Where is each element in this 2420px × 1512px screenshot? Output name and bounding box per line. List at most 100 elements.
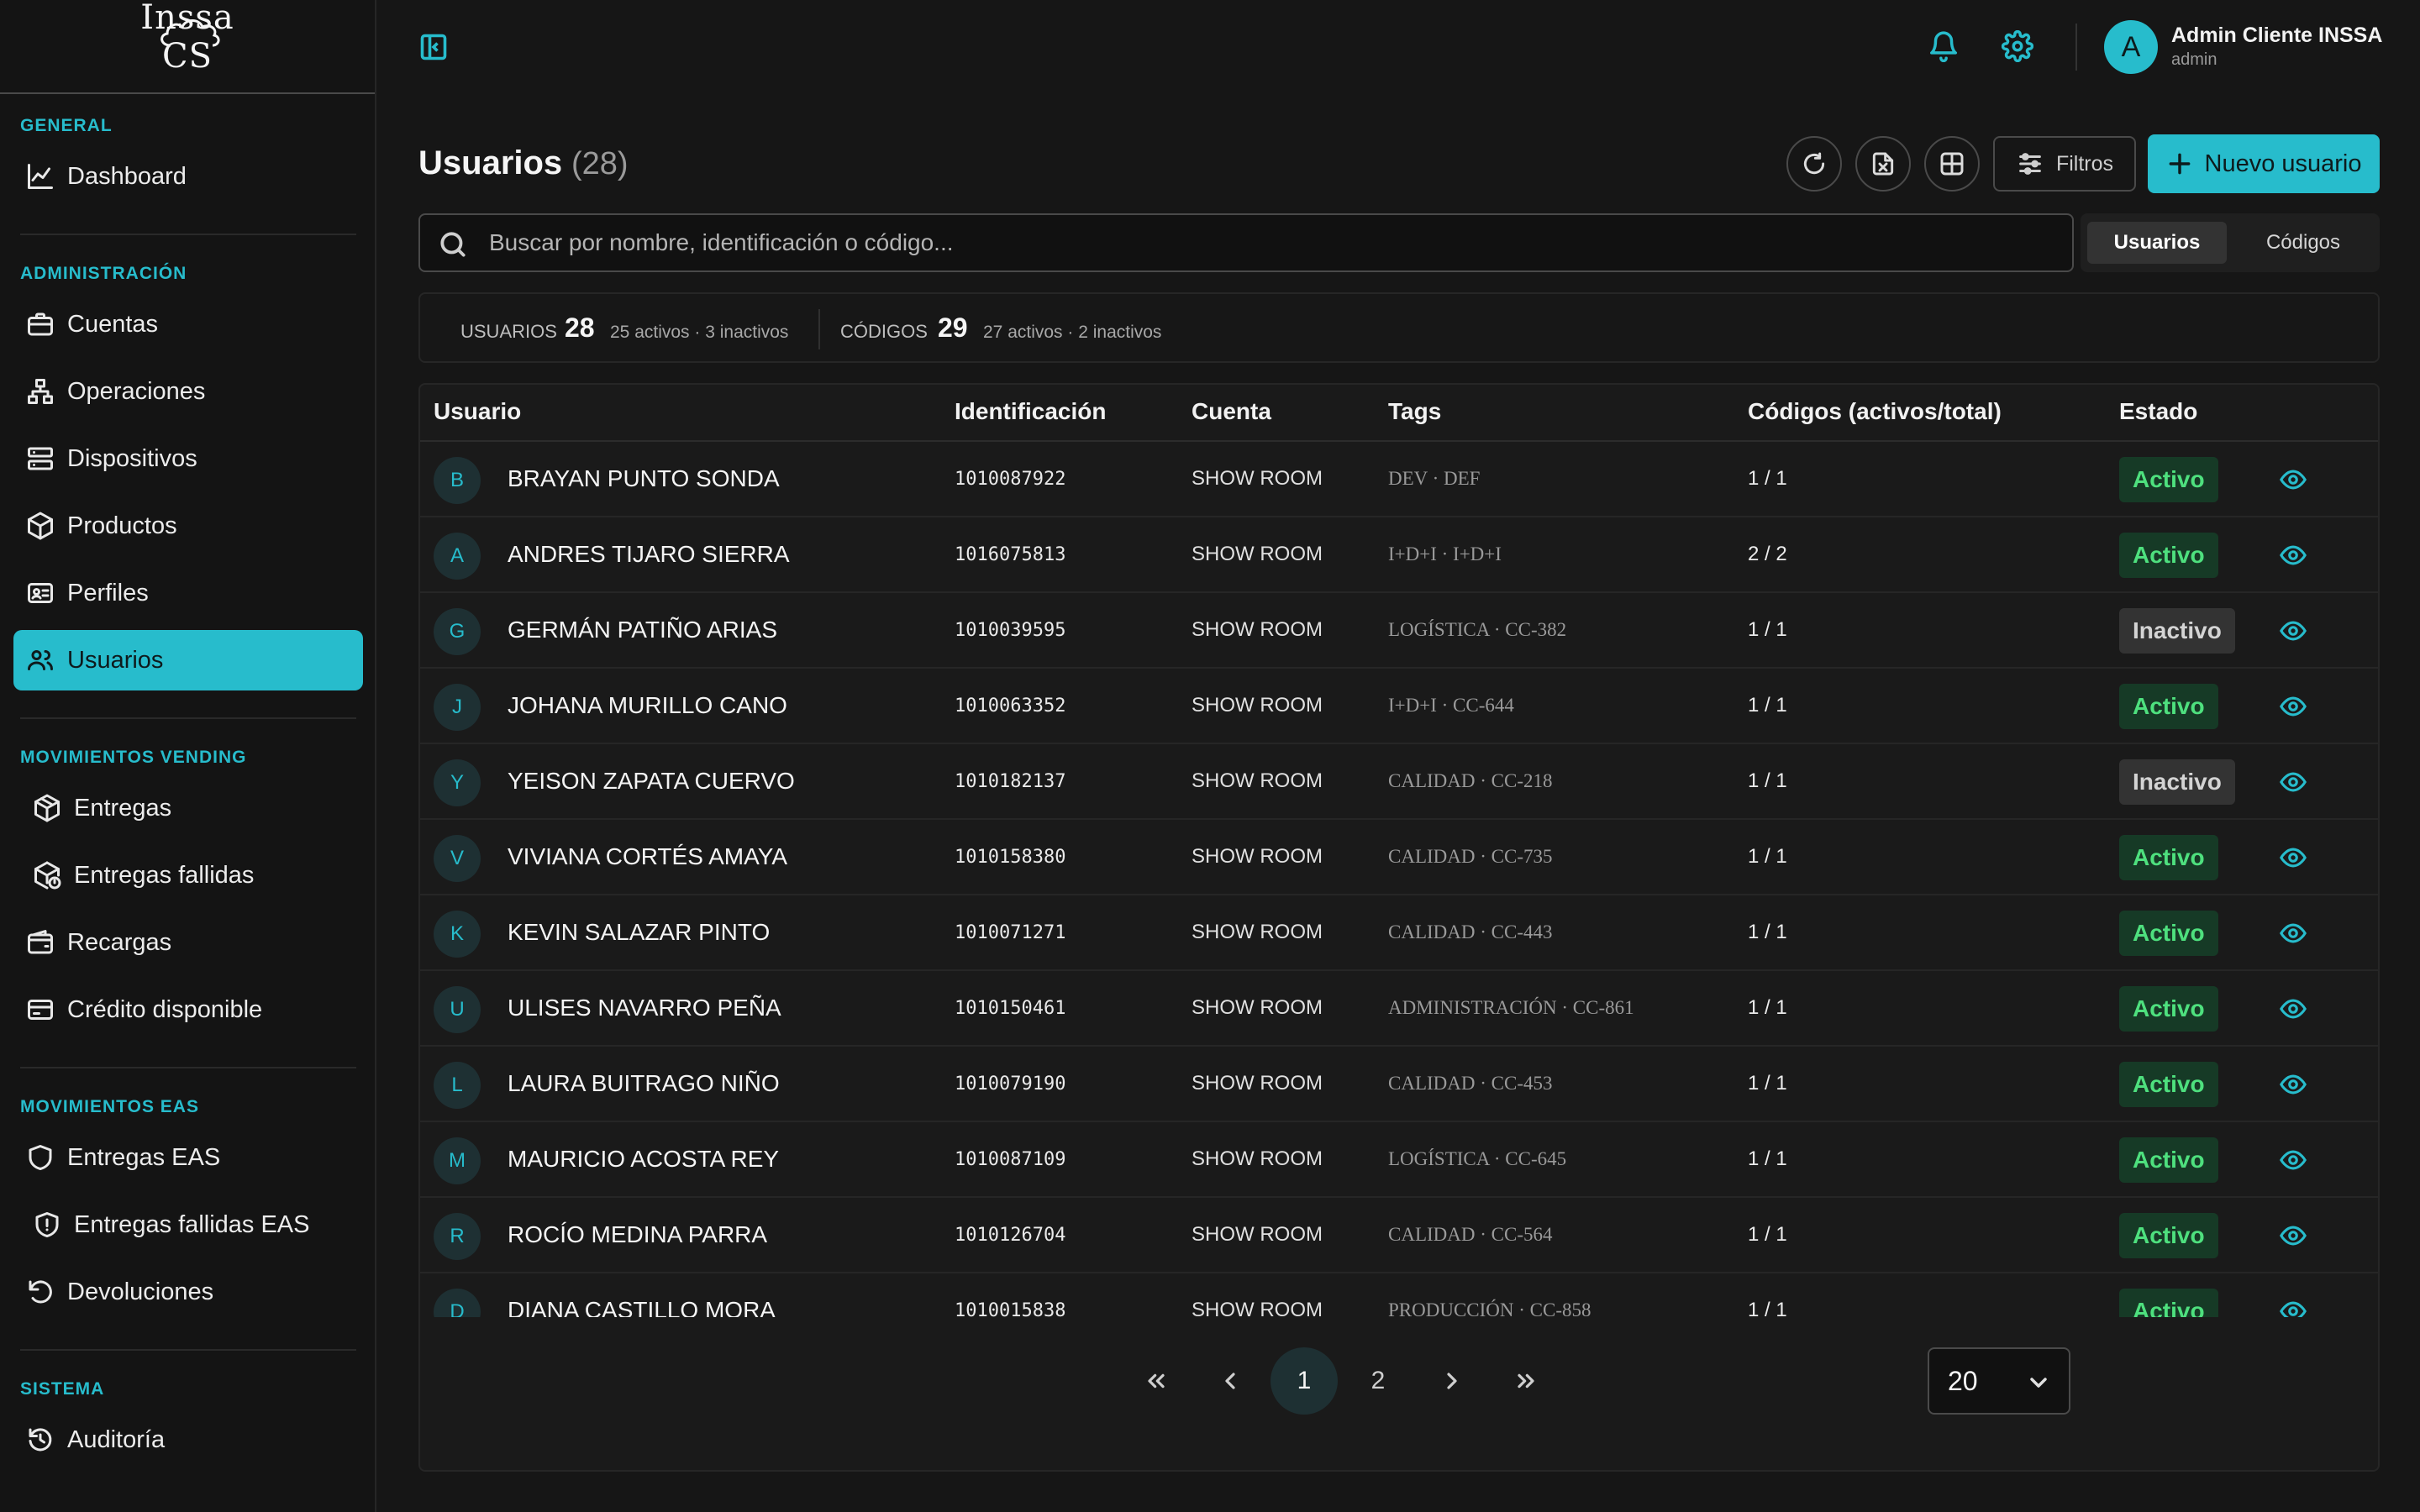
plus-icon	[2169, 153, 2190, 175]
sidebar-item-operaciones[interactable]: Operaciones	[13, 361, 363, 422]
export-excel-button[interactable]	[1855, 136, 1911, 192]
search-input[interactable]	[489, 215, 2052, 270]
column-header-identificacion[interactable]: Identificación	[955, 398, 1106, 425]
page-size-select[interactable]: 20	[1928, 1347, 2070, 1415]
sidebar-item-dispositivos[interactable]: Dispositivos	[13, 428, 363, 489]
view-user-button[interactable]	[2279, 692, 2309, 722]
columns-button[interactable]	[1924, 136, 1980, 192]
search-field[interactable]	[418, 213, 2074, 272]
table-row[interactable]: V VIVIANA CORTÉS AMAYA 1010158380 SHOW ROOM…	[420, 820, 2378, 895]
view-user-button[interactable]	[2279, 768, 2309, 798]
view-user-button[interactable]	[2279, 465, 2309, 496]
page-1-button[interactable]: 1	[1270, 1347, 1338, 1415]
credit-card-icon	[24, 993, 57, 1026]
sidebar-item-label: Crédito disponible	[67, 995, 263, 1023]
eye-icon	[2280, 1150, 2307, 1170]
avatar: K	[434, 911, 481, 958]
chevrons-left-icon	[1148, 1373, 1165, 1389]
account-cell: SHOW ROOM	[1192, 618, 1323, 641]
sidebar-item-devoluciones[interactable]: Devoluciones	[13, 1262, 363, 1322]
status-badge: Inactivo	[2119, 608, 2235, 654]
table-row[interactable]: U ULISES NAVARRO PEÑA 1010150461 SHOW ROOM A…	[420, 971, 2378, 1047]
view-user-button[interactable]	[2279, 995, 2309, 1025]
column-header-tags[interactable]: Tags	[1388, 398, 1441, 425]
panel-left-icon	[420, 34, 447, 60]
codes-cell: 1 / 1	[1748, 1147, 1787, 1170]
table-row[interactable]: L LAURA BUITRAGO NIÑO 1010079190 SHOW ROOM C…	[420, 1047, 2378, 1122]
sidebar-item-label: Productos	[67, 512, 177, 539]
sidebar-item-credito[interactable]: Crédito disponible	[13, 979, 363, 1040]
table-row[interactable]: A ANDRES TIJARO SIERRA 1016075813 SHOW ROOM…	[420, 517, 2378, 593]
column-header-usuario[interactable]: Usuario	[434, 398, 521, 425]
notifications-button[interactable]	[1928, 30, 1961, 64]
tags-cell: CALIDAD · CC-453	[1388, 1073, 1553, 1094]
next-page-button[interactable]	[1418, 1347, 1486, 1415]
new-user-button[interactable]: Nuevo usuario	[2148, 134, 2380, 193]
sidebar-item-auditoria[interactable]: Auditoría	[13, 1410, 363, 1470]
table-row[interactable]: R ROCÍO MEDINA PARRA 1010126704 SHOW ROOM CA…	[420, 1198, 2378, 1273]
filters-button[interactable]: Filtros	[1993, 136, 2136, 192]
sidebar-item-productos[interactable]: Productos	[13, 496, 363, 556]
eye-icon	[2280, 1226, 2307, 1246]
identification-cell: 1010039595	[955, 619, 1066, 641]
table-row[interactable]: M MAURICIO ACOSTA REY 1010087109 SHOW ROOM L…	[420, 1122, 2378, 1198]
file-spreadsheet-icon	[1872, 152, 1894, 176]
undo-icon	[24, 1275, 57, 1309]
codes-cell: 1 / 1	[1748, 1072, 1787, 1095]
tab-usuarios[interactable]: Usuarios	[2087, 222, 2227, 264]
refresh-button[interactable]	[1786, 136, 1842, 192]
table-row[interactable]: J JOHANA MURILLO CANO 1010063352 SHOW ROOM I…	[420, 669, 2378, 744]
sidebar-item-entregas-fallidas[interactable]: Entregas fallidas	[13, 845, 363, 906]
prev-page-button[interactable]	[1197, 1347, 1264, 1415]
view-user-button[interactable]	[2279, 843, 2309, 874]
account-cell: SHOW ROOM	[1192, 543, 1323, 565]
table-row[interactable]: K KEVIN SALAZAR PINTO 1010071271 SHOW ROOM C…	[420, 895, 2378, 971]
settings-button[interactable]	[2001, 29, 2035, 64]
view-user-button[interactable]	[2279, 919, 2309, 949]
logo: Inssa CS	[0, 0, 375, 94]
stat-codes-count: 29	[938, 312, 968, 343]
sidebar-item-label: Usuarios	[67, 646, 164, 674]
column-header-codigos[interactable]: Códigos (activos/total)	[1748, 398, 2002, 425]
avatar: B	[434, 457, 481, 504]
pagination: 1 2 20	[420, 1317, 2378, 1470]
column-header-estado[interactable]: Estado	[2119, 398, 2197, 425]
view-user-button[interactable]	[2279, 1070, 2309, 1100]
table-row[interactable]: B BRAYAN PUNTO SONDA 1010087922 SHOW ROOM DE…	[420, 442, 2378, 517]
sidebar-toggle-button[interactable]	[418, 32, 449, 62]
refresh-icon	[1803, 152, 1825, 175]
eye-icon	[2280, 848, 2307, 868]
first-page-button[interactable]	[1123, 1347, 1190, 1415]
sidebar-item-usuarios[interactable]: Usuarios	[13, 630, 363, 690]
table-row[interactable]: G GERMÁN PATIÑO ARIAS 1010039595 SHOW ROOM L…	[420, 593, 2378, 669]
chevrons-right-icon	[1518, 1373, 1534, 1389]
sidebar-item-entregas-eas[interactable]: Entregas EAS	[13, 1127, 363, 1188]
account-cell: SHOW ROOM	[1192, 845, 1323, 868]
sidebar-item-recargas[interactable]: Recargas	[13, 912, 363, 973]
sidebar-item-perfiles[interactable]: Perfiles	[13, 563, 363, 623]
table-row[interactable]: D DIANA CASTILLO MORA 1010015838 SHOW ROOM P…	[420, 1273, 2378, 1317]
sidebar-item-cuentas[interactable]: Cuentas	[13, 294, 363, 354]
codes-cell: 1 / 1	[1748, 921, 1787, 943]
view-user-button[interactable]	[2279, 1297, 2309, 1317]
column-header-cuenta[interactable]: Cuenta	[1192, 398, 1271, 425]
table-row[interactable]: Y YEISON ZAPATA CUERVO 1010182137 SHOW ROOM…	[420, 744, 2378, 820]
view-user-button[interactable]	[2279, 1146, 2309, 1176]
sidebar-item-dashboard[interactable]: Dashboard	[13, 146, 363, 207]
view-user-button[interactable]	[2279, 541, 2309, 571]
user-name[interactable]: Admin Cliente INSSA	[2171, 24, 2382, 48]
sidebar-item-entregas-fallidas-eas[interactable]: Entregas fallidas EAS	[13, 1194, 363, 1255]
page-2-button[interactable]: 2	[1344, 1347, 1412, 1415]
tab-codigos[interactable]: Códigos	[2233, 222, 2373, 264]
box-icon	[24, 509, 57, 543]
avatar[interactable]: A	[2104, 20, 2158, 74]
view-user-button[interactable]	[2279, 617, 2309, 647]
status-badge: Activo	[2119, 911, 2218, 956]
sidebar-item-entregas[interactable]: Entregas	[13, 778, 363, 838]
avatar: A	[434, 533, 481, 580]
last-page-button[interactable]	[1492, 1347, 1560, 1415]
view-user-button[interactable]	[2279, 1221, 2309, 1252]
table-body: B BRAYAN PUNTO SONDA 1010087922 SHOW ROOM DE…	[420, 442, 2378, 1317]
identification-cell: 1010158380	[955, 846, 1066, 868]
table-header: Usuario Identificación Cuenta Tags Códig…	[420, 385, 2378, 442]
